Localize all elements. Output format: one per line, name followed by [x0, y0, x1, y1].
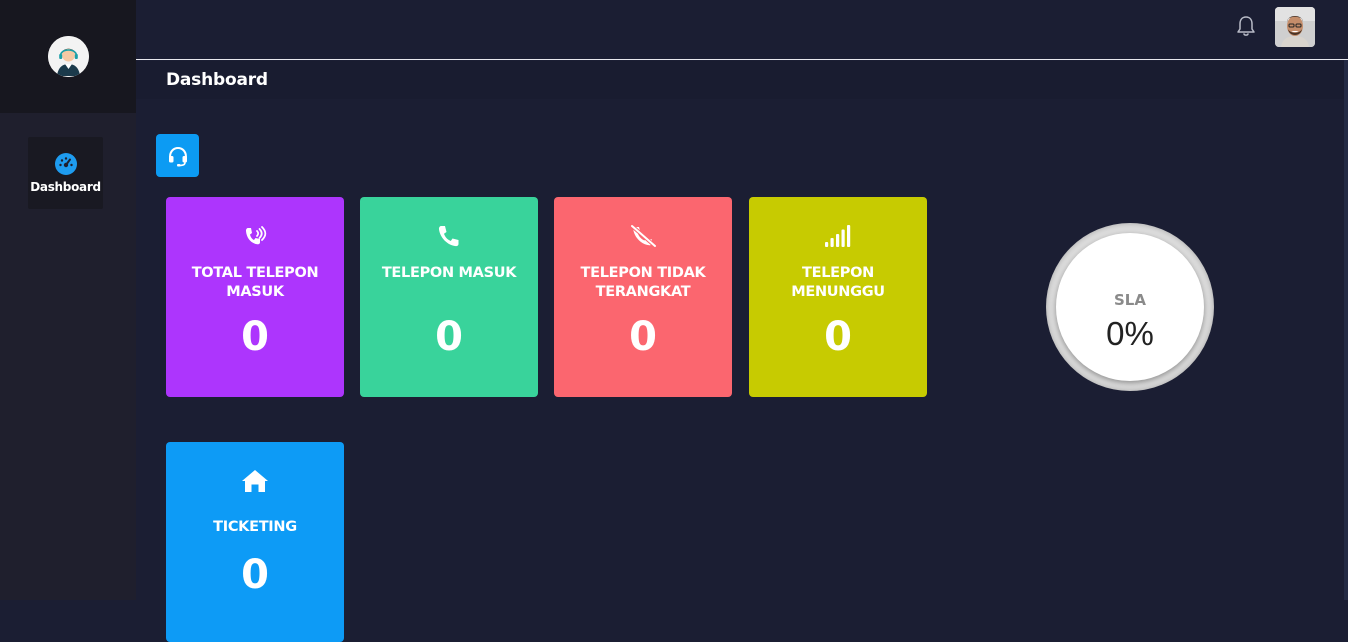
sidebar-item-label: Dashboard	[30, 180, 101, 194]
stat-card-telepon-menunggu[interactable]: TELEPON MENUNGGU 0	[749, 197, 927, 397]
sla-label: SLA	[1114, 291, 1146, 309]
stat-card-value: 0	[629, 314, 657, 360]
headset-icon	[168, 146, 187, 166]
stat-card-label: TOTAL TELEPON MASUK	[191, 265, 319, 300]
stat-card-label: TELEPON MENUNGGU	[791, 265, 885, 300]
sidebar-item-dashboard[interactable]: Dashboard	[28, 137, 103, 209]
sla-value: 0%	[1106, 315, 1154, 352]
page-title: Dashboard	[166, 70, 268, 90]
phone-slash-icon	[630, 224, 657, 248]
bell-icon[interactable]	[1236, 15, 1256, 37]
stat-card-telepon-masuk[interactable]: TELEPON MASUK 0	[360, 197, 538, 397]
sla-gauge-face: SLA 0%	[1056, 233, 1204, 381]
sidebar: Dashboard	[0, 0, 136, 600]
stat-card-telepon-tidak-terangkat[interactable]: TELEPON TIDAK TERANGKAT 0	[554, 197, 732, 397]
stat-card-value: 0	[241, 314, 269, 360]
sidebar-logo-area	[0, 0, 136, 113]
agent-avatar-icon	[47, 36, 89, 77]
user-avatar[interactable]	[1275, 7, 1315, 47]
phone-volume-icon	[245, 226, 267, 245]
top-header	[136, 0, 1348, 60]
phone-icon	[438, 226, 459, 247]
stat-card-label: TICKETING	[213, 519, 297, 535]
stat-card-label: TELEPON MASUK	[381, 265, 517, 281]
page-title-bar: Dashboard	[136, 61, 1348, 99]
speedometer-icon	[54, 153, 77, 175]
stat-card-label: TELEPON TIDAK TERANGKAT	[580, 265, 706, 300]
signal-icon	[825, 225, 851, 247]
stat-card-total-telepon-masuk[interactable]: TOTAL TELEPON MASUK 0	[166, 197, 344, 397]
stat-card-value: 0	[241, 552, 269, 598]
stat-card-value: 0	[824, 314, 852, 360]
sla-gauge: SLA 0%	[1046, 223, 1214, 391]
stat-card-value: 0	[435, 314, 463, 360]
scrollbar[interactable]	[1344, 60, 1348, 600]
stat-card-ticketing[interactable]: TICKETING 0	[166, 442, 344, 642]
home-icon	[242, 470, 268, 492]
headset-badge[interactable]	[156, 134, 199, 177]
